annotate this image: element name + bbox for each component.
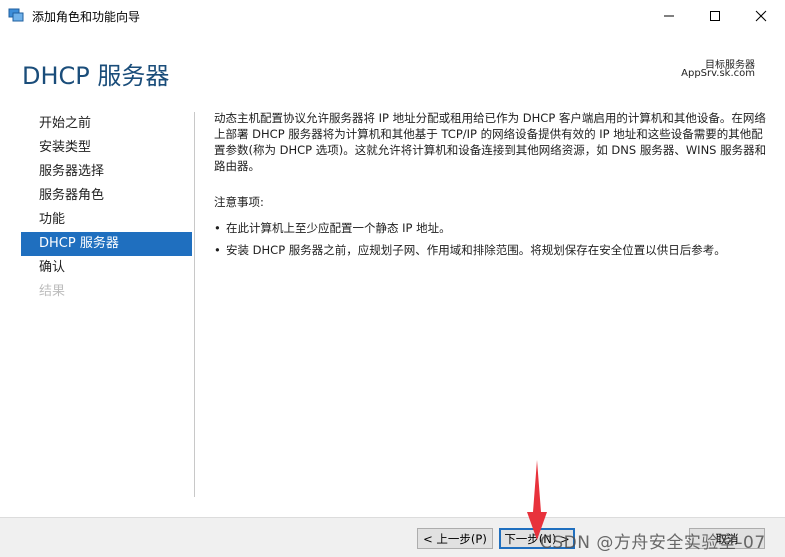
notes-heading: 注意事项: (214, 195, 264, 209)
nav-item-server-selection[interactable]: 服务器选择 (21, 160, 192, 184)
maximize-button[interactable] (692, 0, 738, 31)
close-icon (755, 10, 767, 21)
page-title: DHCP 服务器 (22, 62, 170, 90)
nav-item-server-roles[interactable]: 服务器角色 (21, 184, 192, 208)
bullet-icon: • (214, 221, 221, 235)
window-title: 添加角色和功能向导 (32, 10, 141, 24)
note-text: 安装 DHCP 服务器之前，应规划子网、作用域和排除范围。将规划保存在安全位置以… (226, 243, 726, 257)
maximize-icon (710, 10, 720, 21)
server-manager-icon (8, 8, 24, 22)
nav-item-before-you-begin[interactable]: 开始之前 (21, 112, 192, 136)
wizard-nav: 开始之前 安装类型 服务器选择 服务器角色 功能 DHCP 服务器 确认 结果 (21, 112, 192, 304)
nav-item-confirmation[interactable]: 确认 (21, 256, 192, 280)
minimize-icon (664, 15, 674, 16)
red-arrow-icon (527, 460, 547, 540)
title-bar: 添加角色和功能向导 (0, 0, 785, 31)
destination-server-name: AppSrv.sk.com (681, 68, 755, 79)
nav-item-results: 结果 (39, 284, 66, 299)
minimize-button[interactable] (646, 0, 692, 31)
watermark: CSDN @方舟安全实验室-07 (540, 533, 766, 553)
content-panel: 动态主机配置协议允许服务器将 IP 地址分配或租用给已作为 DHCP 客户端启用… (214, 110, 769, 264)
nav-item-installation-type[interactable]: 安装类型 (21, 136, 192, 160)
dhcp-description: 动态主机配置协议允许服务器将 IP 地址分配或租用给已作为 DHCP 客户端启用… (214, 111, 767, 173)
previous-button[interactable]: < 上一步(P) (417, 528, 493, 549)
close-button[interactable] (738, 0, 784, 31)
list-item: • 在此计算机上至少应配置一个静态 IP 地址。 (214, 220, 769, 236)
nav-item-dhcp-server[interactable]: DHCP 服务器 (21, 232, 192, 256)
nav-divider (194, 112, 195, 497)
nav-item-features[interactable]: 功能 (21, 208, 192, 232)
list-item: • 安装 DHCP 服务器之前，应规划子网、作用域和排除范围。将规划保存在安全位… (214, 242, 769, 258)
note-text: 在此计算机上至少应配置一个静态 IP 地址。 (226, 221, 451, 235)
bullet-icon: • (214, 243, 221, 257)
